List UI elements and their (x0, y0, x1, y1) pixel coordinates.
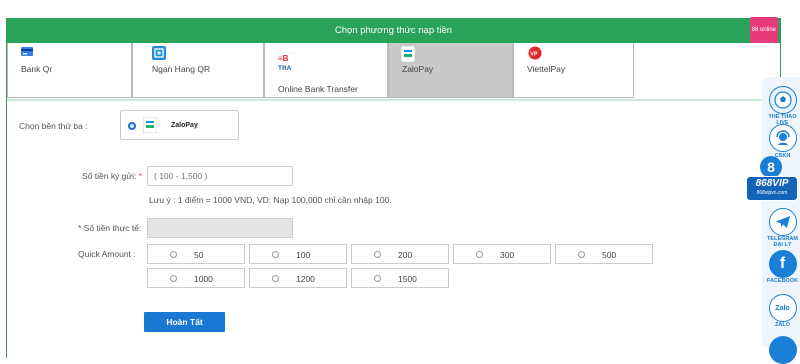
tab-zalopay[interactable]: ZaloPay (388, 43, 513, 98)
radio-icon[interactable] (272, 275, 279, 282)
radio-icon[interactable] (476, 251, 483, 258)
facebook-label: FACEBOOK (766, 278, 799, 284)
radio-icon[interactable] (374, 251, 381, 258)
telegram-icon (768, 208, 797, 236)
divider (7, 99, 782, 101)
radio-icon[interactable] (374, 275, 381, 282)
svg-text:VP: VP (530, 52, 538, 58)
radio-icon[interactable] (272, 251, 279, 258)
bank-card-icon (20, 46, 34, 60)
submit-button[interactable]: Hoàn Tất (144, 312, 225, 332)
tab-label: Ngan Hang QR (152, 64, 211, 74)
quick-amount-label: Quick Amount : (78, 249, 136, 259)
deposit-label: Số tiền ký gửi: * (82, 171, 143, 181)
actual-amount-label: * Số tiền thực tế: (78, 223, 142, 233)
deposit-amount-input[interactable] (147, 166, 293, 186)
zalopay-option-label: ZaloPay (171, 122, 198, 129)
cskh-button[interactable]: CSKH (765, 124, 800, 159)
quick-amount-option[interactable]: 500 (555, 244, 653, 264)
online-badge: 88 online (749, 17, 778, 43)
panel-header: Chọn phương thức nạp tiền 88 online (7, 17, 780, 43)
radio-icon[interactable] (170, 275, 177, 282)
tab-label: ZaloPay (402, 64, 434, 74)
ebtra-icon: ≡B TRA (276, 51, 296, 74)
tab-online-bank-transfer[interactable]: ≡B TRA Online Bank Transfer (264, 43, 388, 98)
facebook-button[interactable]: f FACEBOOK (765, 250, 800, 284)
quick-amount-option[interactable]: 1500 (351, 268, 449, 288)
sports-live-button[interactable]: THỂ THAO LIVE (765, 86, 800, 126)
tab-ngan-hang-qr[interactable]: Ngan Hang QR (132, 43, 264, 98)
svg-text:TRA: TRA (278, 65, 292, 72)
quick-amount-option[interactable]: 1200 (249, 268, 347, 288)
logo-domain: 868vipvn.com (756, 190, 788, 196)
logo-text: 868VIP (755, 178, 789, 189)
phone-button[interactable] (765, 336, 800, 364)
zalopay-icon (400, 45, 416, 64)
tab-label: Bank Qr (21, 64, 53, 74)
zalo-label: ZALO (775, 322, 790, 328)
quick-amount-option[interactable]: 50 (147, 244, 245, 264)
zalo-button[interactable]: Zalo ZALO (765, 294, 800, 328)
support-agent-icon (768, 124, 797, 152)
actual-amount-field (147, 218, 293, 238)
868vip-logo[interactable]: 8 868VIP 868vipvn.com (746, 156, 798, 202)
quick-amount-option[interactable]: 300 (453, 244, 551, 264)
tab-label: ViettelPay (527, 64, 566, 74)
eight-icon: 8 (760, 156, 782, 178)
tab-label: Online Bank Transfer (278, 84, 358, 94)
telegram-button[interactable]: TELEGRAM ĐẠI LÝ (765, 208, 800, 248)
deposit-panel: Chọn phương thức nạp tiền 88 online Bank… (6, 17, 782, 358)
zalopay-logo-icon (142, 116, 158, 135)
radio-icon[interactable] (170, 251, 177, 258)
zalopay-option[interactable]: ZaloPay (120, 110, 239, 140)
facebook-icon: f (768, 250, 797, 278)
payment-tabs: Bank Qr Ngan Hang QR ≡B TRA Online Bank T… (7, 43, 634, 98)
telegram-label: TELEGRAM ĐẠI LÝ (767, 236, 798, 248)
panel-title: Chọn phương thức nạp tiền (334, 25, 453, 36)
third-party-label: Chọn bên thứ ba : (19, 121, 88, 131)
zalo-icon: Zalo (768, 294, 797, 322)
tab-bank-qr[interactable]: Bank Qr (7, 43, 132, 98)
quick-amount-option[interactable]: 100 (249, 244, 347, 264)
phone-icon (768, 336, 797, 364)
svg-text:≡B: ≡B (278, 54, 289, 63)
quick-amount-option[interactable]: 200 (351, 244, 449, 264)
qr-code-icon (152, 46, 166, 62)
tab-viettelpay[interactable]: VP ViettelPay (513, 43, 634, 98)
quick-amount-option[interactable]: 1000 (147, 268, 245, 288)
radio-icon[interactable] (578, 251, 585, 258)
zalopay-radio[interactable] (128, 122, 136, 130)
viettelpay-icon: VP (528, 46, 542, 62)
soccer-ball-icon (768, 86, 797, 114)
deposit-note: Lưu ý : 1 điểm = 1000 VND, VD: Nạp 100,0… (149, 195, 392, 205)
